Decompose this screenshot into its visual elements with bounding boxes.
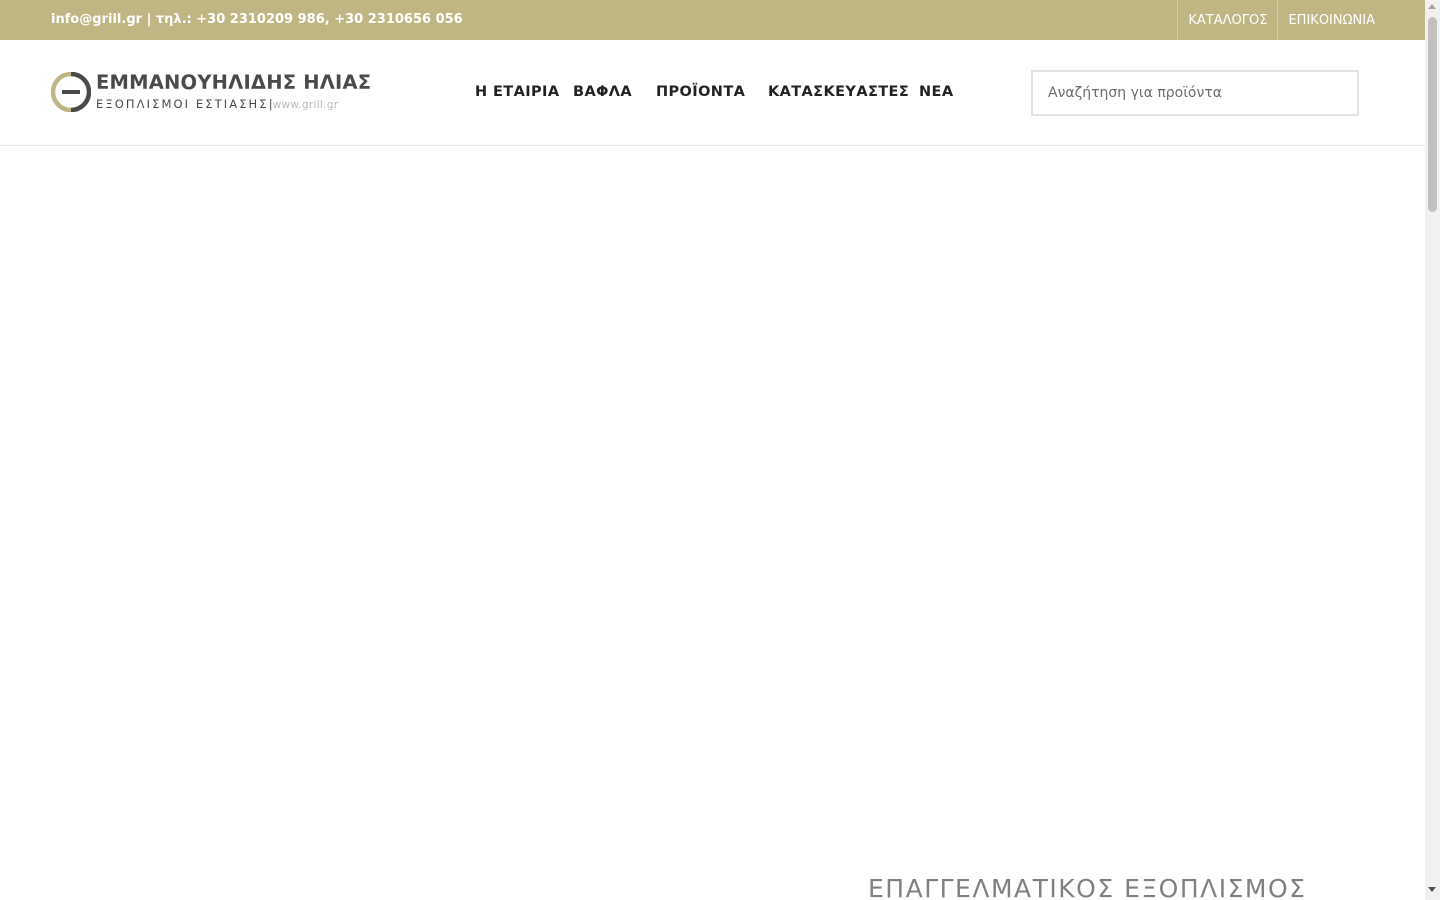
vertical-scrollbar[interactable] [1425, 0, 1440, 900]
scroll-up-arrow-icon[interactable] [1428, 4, 1436, 9]
nav-item-manufacturers[interactable]: ΚΑΤΑΣΚΕΥΑΣΤΕΣ [768, 83, 909, 101]
logo-title: ΕΜΜΑΝΟΥΗΛΙΔΗΣ ΗΛΙΑΣ [96, 71, 372, 94]
top-bar: info@grill.gr | τηλ.: +30 2310209 986, +… [0, 0, 1425, 40]
scroll-thumb[interactable] [1428, 17, 1437, 212]
top-links: ΚΑΤΑΛΟΓΟΣ ΕΠΙΚΟΙΝΩΝΙΑ [1177, 0, 1385, 40]
nav-item-company[interactable]: Η ΕΤΑΙΡΙΑ [475, 83, 559, 101]
logo-subtitle-line: ΕΞΟΠΛΙΣΜΟΙ ΕΣΤΙΑΣΗΣ|www.grill.gr [96, 97, 338, 112]
logo-mark-icon [51, 72, 91, 112]
catalog-link[interactable]: ΚΑΤΑΛΟΓΟΣ [1178, 0, 1279, 40]
page: info@grill.gr | τηλ.: +30 2310209 986, +… [0, 0, 1425, 900]
contact-link[interactable]: ΕΠΙΚΟΙΝΩΝΙΑ [1278, 0, 1385, 40]
contact-info: info@grill.gr | τηλ.: +30 2310209 986, +… [51, 12, 463, 27]
product-search-input[interactable] [1031, 70, 1359, 116]
hero-heading: ΕΠΑΓΓΕΛΜΑΤΙΚΟΣ ΕΞΟΠΛΙΣΜΟΣ [868, 874, 1307, 900]
logo-url: www.grill.gr [272, 99, 339, 111]
site-logo[interactable]: ΕΜΜΑΝΟΥΗΛΙΔΗΣ ΗΛΙΑΣ ΕΞΟΠΛΙΣΜΟΙ ΕΣΤΙΑΣΗΣ|… [51, 70, 371, 115]
nav-item-news[interactable]: ΝΕΑ [919, 83, 953, 101]
site-header: ΕΜΜΑΝΟΥΗΛΙΔΗΣ ΗΛΙΑΣ ΕΞΟΠΛΙΣΜΟΙ ΕΣΤΙΑΣΗΣ|… [0, 40, 1425, 146]
nav-item-waffle[interactable]: ΒΑΦΛΑ [573, 83, 632, 101]
scroll-down-arrow-icon[interactable] [1428, 887, 1436, 892]
nav-item-products[interactable]: ΠΡΟΪΟΝΤΑ [656, 83, 745, 101]
logo-subtitle: ΕΞΟΠΛΙΣΜΟΙ ΕΣΤΙΑΣΗΣ [96, 97, 269, 111]
